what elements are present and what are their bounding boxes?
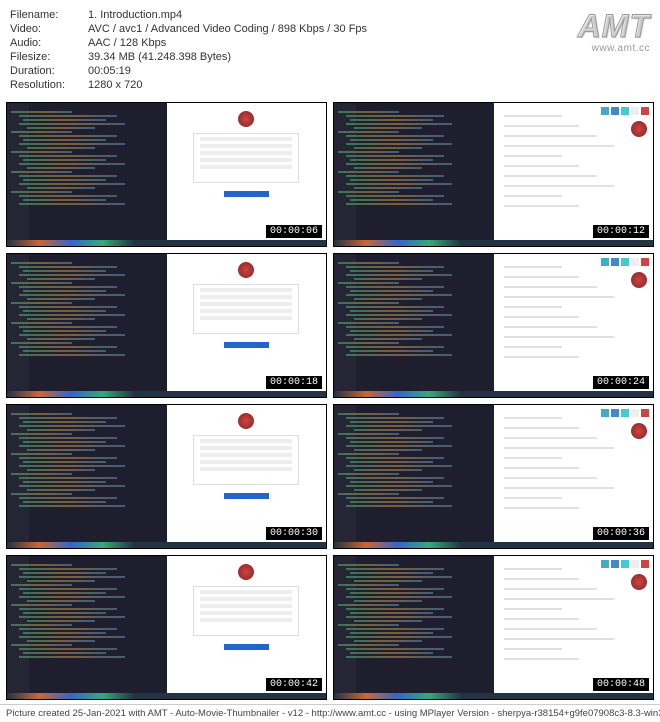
meta-value: AVC / avc1 / Advanced Video Coding / 898…	[88, 22, 367, 36]
meta-value: 1280 x 720	[88, 78, 142, 92]
timestamp-badge: 00:00:48	[593, 678, 649, 691]
thumbnail: 00:00:12	[333, 102, 654, 247]
meta-value: 1. Introduction.mp4	[88, 8, 182, 22]
taskbar	[334, 391, 653, 397]
app-logo-icon	[238, 111, 254, 127]
meta-value: 39.34 MB (41.248.398 Bytes)	[88, 50, 231, 64]
color-swatches	[601, 409, 649, 417]
meta-value: 00:05:19	[88, 64, 131, 78]
meta-row-audio: Audio: AAC / 128 Kbps	[10, 36, 367, 50]
thumbnail: 00:00:06	[6, 102, 327, 247]
taskbar	[7, 240, 326, 246]
logo-text: AMT	[578, 8, 650, 45]
meta-label: Duration:	[10, 64, 88, 78]
thumbnail-code-panel	[7, 103, 167, 246]
meta-row-resolution: Resolution: 1280 x 720	[10, 78, 367, 92]
app-logo-icon	[238, 262, 254, 278]
thumbnail-code-panel	[7, 556, 167, 699]
taskbar	[334, 693, 653, 699]
footer-text: Picture created 25-Jan-2021 with AMT - A…	[0, 704, 660, 722]
color-swatches	[601, 560, 649, 568]
thumbnail-code-panel	[7, 254, 167, 397]
taskbar	[7, 693, 326, 699]
thumbnail-grid: 00:00:06 00:00:12 00:00:18 00:00:24 00:00:30…	[0, 98, 660, 704]
meta-row-filesize: Filesize: 39.34 MB (41.248.398 Bytes)	[10, 50, 367, 64]
thumbnail: 00:00:42	[6, 555, 327, 700]
thumbnail: 00:00:24	[333, 253, 654, 398]
meta-row-duration: Duration: 00:05:19	[10, 64, 367, 78]
timestamp-badge: 00:00:36	[593, 527, 649, 540]
timestamp-badge: 00:00:06	[266, 225, 322, 238]
thumbnail-code-panel	[334, 254, 494, 397]
timestamp-badge: 00:00:18	[266, 376, 322, 389]
thumbnail: 00:00:30	[6, 404, 327, 549]
thumbnail: 00:00:18	[6, 253, 327, 398]
meta-value: AAC / 128 Kbps	[88, 36, 166, 50]
thumbnail: 00:00:48	[333, 555, 654, 700]
color-swatches	[601, 258, 649, 266]
timestamp-badge: 00:00:24	[593, 376, 649, 389]
thumbnail-code-panel	[334, 103, 494, 246]
timestamp-badge: 00:00:12	[593, 225, 649, 238]
thumbnail-code-panel	[334, 556, 494, 699]
meta-row-filename: Filename: 1. Introduction.mp4	[10, 8, 367, 22]
metadata-table: Filename: 1. Introduction.mp4 Video: AVC…	[10, 8, 367, 92]
taskbar	[334, 240, 653, 246]
meta-label: Video:	[10, 22, 88, 36]
logo: AMT www.amt.cc	[578, 8, 650, 54]
timestamp-badge: 00:00:30	[266, 527, 322, 540]
timestamp-badge: 00:00:42	[266, 678, 322, 691]
taskbar	[7, 391, 326, 397]
meta-row-video: Video: AVC / avc1 / Advanced Video Codin…	[10, 22, 367, 36]
color-swatches	[601, 107, 649, 115]
meta-label: Resolution:	[10, 78, 88, 92]
thumbnail-code-panel	[7, 405, 167, 548]
thumbnail: 00:00:36	[333, 404, 654, 549]
app-logo-icon	[238, 564, 254, 580]
app-logo-icon	[238, 413, 254, 429]
meta-label: Filesize:	[10, 50, 88, 64]
header: Filename: 1. Introduction.mp4 Video: AVC…	[0, 0, 660, 98]
meta-label: Filename:	[10, 8, 88, 22]
thumbnail-code-panel	[334, 405, 494, 548]
taskbar	[334, 542, 653, 548]
taskbar	[7, 542, 326, 548]
meta-label: Audio:	[10, 36, 88, 50]
